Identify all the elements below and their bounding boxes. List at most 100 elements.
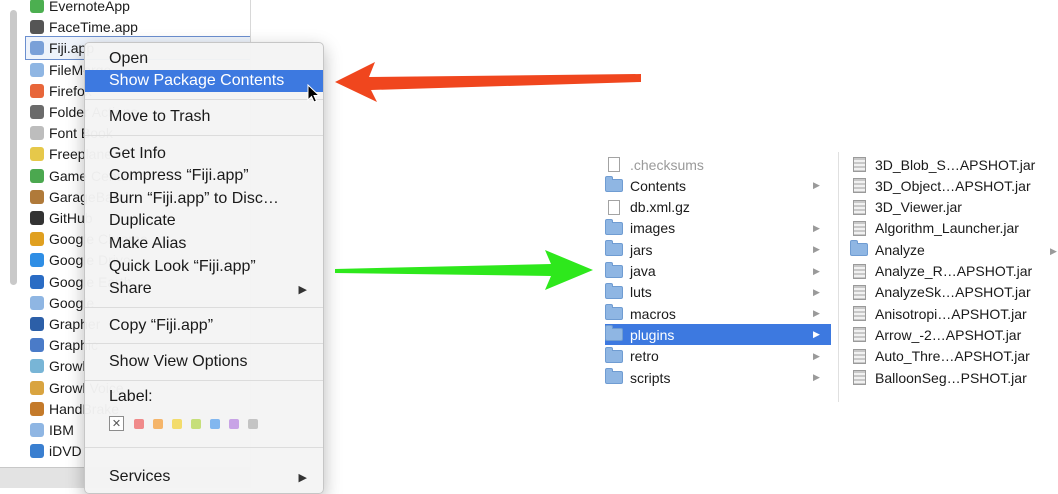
menu-item-move-to-trash[interactable]: Move to Trash — [85, 106, 323, 128]
folder-row[interactable]: java ▶ — [605, 261, 831, 282]
file-row[interactable]: Auto_Thre…APSHOT.jar — [850, 346, 1050, 367]
menu-item-show-package-contents[interactable]: Show Package Contents — [85, 70, 323, 92]
menu-separator — [85, 99, 323, 100]
menu-item-label: Move to Trash — [109, 108, 211, 125]
column-arrow-icon: ▶ — [1050, 246, 1057, 256]
file-row[interactable]: BalloonSeg…PSHOT.jar — [850, 367, 1050, 388]
folder-row[interactable]: luts ▶ — [605, 282, 831, 303]
vertical-scrollbar[interactable] — [10, 10, 17, 285]
label-color-swatch[interactable] — [248, 418, 258, 429]
folder-icon — [30, 295, 44, 310]
item-name: scripts — [630, 369, 671, 386]
disclosure-arrow-icon: ▶ — [813, 308, 820, 319]
file-row[interactable]: AnalyzeSk…APSHOT.jar — [850, 282, 1050, 303]
menu-item-label: Quick Look “Fiji.app” — [109, 258, 256, 275]
jar-file-icon — [853, 157, 866, 172]
app-name: EvernoteApp — [49, 0, 130, 14]
label-color-swatch[interactable] — [229, 418, 239, 429]
github-icon — [30, 211, 44, 225]
jar-file-icon — [853, 178, 866, 194]
font-book-icon — [30, 105, 44, 119]
label-color-swatch[interactable] — [191, 418, 201, 429]
item-name: 3D_Viewer.jar — [875, 199, 962, 216]
folder-row[interactable]: scripts ▶ — [605, 367, 831, 388]
file-row[interactable]: Anisotropi…APSHOT.jar — [850, 303, 1050, 324]
menu-item-open[interactable]: Open — [85, 48, 323, 70]
submenu-arrow-icon: ▶ — [298, 471, 307, 484]
menu-item-get-info[interactable]: Get Info — [85, 143, 323, 165]
label-color-swatch[interactable] — [172, 418, 182, 429]
label-section-title: Label: — [109, 388, 153, 405]
folder-row[interactable]: Contents ▶ — [605, 175, 831, 196]
menu-item-label: Make Alias — [109, 235, 187, 252]
menu-item-label: Copy “Fiji.app” — [109, 317, 214, 334]
app-name: IBM — [49, 422, 74, 438]
paw-icon — [30, 380, 44, 395]
menu-item-label: Compress “Fiji.app” — [109, 167, 249, 184]
chrome-icon — [30, 232, 44, 247]
guitar-icon — [30, 189, 44, 204]
menu-item-label: Get Info — [109, 145, 166, 162]
menu-item-copy[interactable]: Copy “Fiji.app” — [85, 315, 323, 337]
item-name: Anisotropi…APSHOT.jar — [875, 305, 1027, 322]
folder-icon — [605, 325, 623, 342]
label-color-swatch[interactable] — [134, 418, 144, 429]
folder-icon — [605, 346, 623, 363]
menu-item-make-alias[interactable]: Make Alias — [85, 233, 323, 255]
label-none-icon[interactable]: ✕ — [109, 416, 124, 431]
menu-item-services[interactable]: Services ▶ — [85, 466, 323, 488]
label-color-picker: ✕ — [109, 416, 267, 431]
menu-item-duplicate[interactable]: Duplicate — [85, 210, 323, 232]
menu-item-quick-look[interactable]: Quick Look “Fiji.app” — [85, 256, 323, 278]
folder-row[interactable]: jars ▶ — [605, 239, 831, 260]
file-row[interactable]: 3D_Viewer.jar — [850, 197, 1050, 218]
item-name: 3D_Blob_S…APSHOT.jar — [875, 156, 1036, 173]
folder-icon — [30, 62, 44, 77]
file-row[interactable]: Arrow_-2…APSHOT.jar — [850, 324, 1050, 345]
app-name: iDVD — [49, 443, 82, 460]
idvd-icon — [30, 444, 44, 459]
file-row[interactable]: 3D_Object…APSHOT.jar — [850, 175, 1050, 196]
folder-row[interactable]: plugins ▶ — [605, 324, 831, 346]
folder-icon — [605, 261, 623, 278]
app-name: FaceTime.app — [49, 19, 138, 36]
facetime-icon — [30, 20, 44, 35]
menu-item-show-view-options[interactable]: Show View Options — [85, 351, 323, 373]
file-row[interactable]: 3D_Blob_S…APSHOT.jar — [850, 154, 1050, 175]
menu-item-label: Show View Options — [109, 353, 248, 370]
mouse-pointer-icon — [307, 84, 321, 103]
folder-row[interactable]: retro ▶ — [605, 346, 831, 367]
firefox-icon — [30, 83, 44, 98]
label-color-swatch[interactable] — [210, 418, 220, 429]
file-row[interactable]: db.xml.gz — [605, 197, 831, 218]
item-name: Auto_Thre…APSHOT.jar — [875, 348, 1030, 365]
item-name: AnalyzeSk…APSHOT.jar — [875, 284, 1031, 301]
menu-item-compress[interactable]: Compress “Fiji.app” — [85, 165, 323, 187]
folder-icon — [605, 304, 623, 321]
graphic-icon — [30, 338, 44, 353]
menu-separator — [85, 447, 323, 448]
freeplane-icon — [30, 147, 44, 162]
folder-row[interactable]: macros ▶ — [605, 303, 831, 324]
menu-item-share[interactable]: Share ▶ — [85, 278, 323, 300]
file-row[interactable]: Algorithm_Launcher.jar — [850, 218, 1050, 239]
disclosure-arrow-icon: ▶ — [813, 286, 820, 297]
item-name: Analyze — [875, 241, 925, 258]
earth-icon — [30, 274, 44, 289]
column-divider — [838, 152, 839, 402]
label-color-swatch[interactable] — [153, 418, 163, 429]
menu-separator — [85, 307, 323, 308]
folder-row[interactable]: Analyze — [850, 239, 1050, 260]
item-name: Contents — [630, 177, 687, 194]
file-row[interactable]: Analyze_R…APSHOT.jar — [850, 261, 1050, 282]
folder-row[interactable]: images ▶ — [605, 218, 831, 239]
menu-item-label: Burn “Fiji.app” to Disc… — [109, 190, 279, 207]
fiji-icon — [30, 41, 44, 56]
menu-item-burn-to-disc[interactable]: Burn “Fiji.app” to Disc… — [85, 188, 323, 210]
app-list-item[interactable]: EvernoteApp — [26, 0, 250, 17]
evernote-icon — [30, 0, 44, 13]
item-name: macros — [630, 305, 676, 322]
file-row[interactable]: .checksums — [605, 154, 831, 175]
app-list-item[interactable]: FaceTime.app — [26, 16, 250, 38]
disclosure-arrow-icon: ▶ — [813, 329, 820, 340]
